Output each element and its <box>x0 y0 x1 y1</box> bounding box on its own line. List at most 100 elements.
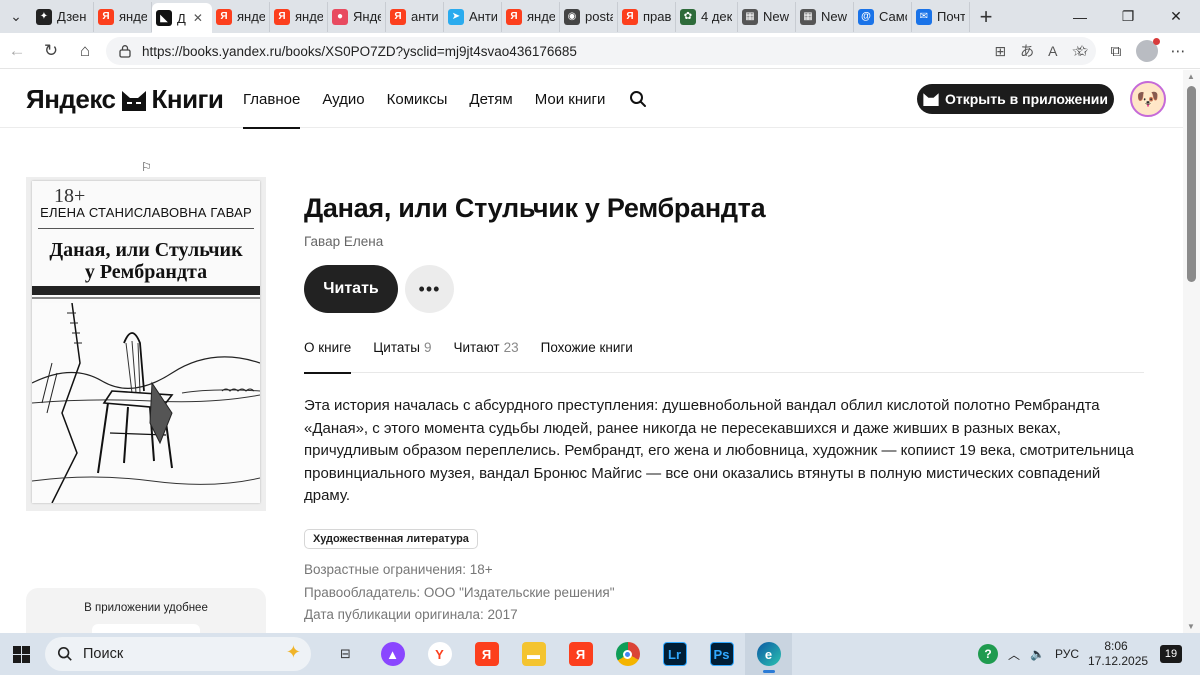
tab-favicon-icon: Я <box>216 8 232 25</box>
address-bar[interactable]: https://books.yandex.ru/books/XS0PO7ZD?y… <box>106 37 1096 65</box>
lock-icon <box>119 45 131 58</box>
notification-badge[interactable]: 19 <box>1160 645 1182 663</box>
nav-item-comics[interactable]: Комиксы <box>387 70 448 128</box>
file-explorer-icon[interactable]: ▬ <box>510 633 557 675</box>
lightroom-icon[interactable]: Lr <box>651 633 698 675</box>
back-button[interactable]: ← <box>0 36 34 66</box>
chrome-icon[interactable] <box>604 633 651 675</box>
browser-tab[interactable]: Яянде <box>212 1 270 32</box>
page-scrollbar[interactable]: ▲ ▼ <box>1183 70 1200 633</box>
tab-favicon-icon: ✉ <box>916 8 932 25</box>
tab-label: анти <box>411 9 439 24</box>
tray-chevron-icon[interactable]: ︿ <box>1008 646 1020 663</box>
nav-item-audio[interactable]: Аудио <box>322 70 364 128</box>
logo-mark-icon <box>121 90 146 111</box>
more-options-button[interactable]: ••• <box>405 265 454 313</box>
close-window-icon[interactable]: ✕ <box>1152 0 1200 33</box>
report-flag-icon[interactable]: ⚐ <box>141 160 152 174</box>
book-author-link[interactable]: Гавар Елена <box>304 234 383 249</box>
nav-item-kids[interactable]: Детям <box>469 70 512 128</box>
clock-date: 17.12.2025 <box>1088 654 1149 668</box>
browser-tab[interactable]: ▦ New <box>796 1 854 32</box>
tab-favicon-icon: ▦ <box>800 8 816 25</box>
tab-favicon-icon: ✿ <box>680 8 696 25</box>
collections-icon[interactable]: ⧉ <box>1102 37 1130 65</box>
minimize-icon[interactable]: — <box>1056 0 1104 33</box>
new-tab-button[interactable]: + <box>970 2 1002 32</box>
tab-about[interactable]: О книге <box>304 340 352 374</box>
search-icon[interactable] <box>629 90 647 108</box>
tab-readers-label: Читают <box>453 340 500 355</box>
app-logo-icon <box>923 93 939 106</box>
tab-similar-label: Похожие книги <box>540 340 633 355</box>
tab-close-icon[interactable]: ✕ <box>193 11 203 25</box>
tab-similar[interactable]: Похожие книги <box>541 340 633 373</box>
tab-label: New <box>821 9 848 24</box>
home-button[interactable]: ⌂ <box>68 36 102 66</box>
user-avatar[interactable]: 🐶 <box>1130 81 1166 117</box>
browser-tab[interactable]: ◉ posta <box>560 1 618 32</box>
nav-item-home[interactable]: Главное <box>243 70 301 129</box>
settings-more-icon[interactable]: ⋯ <box>1164 37 1192 65</box>
restore-icon[interactable]: ❐ <box>1104 0 1152 33</box>
app-available-icon[interactable]: ⊞ <box>994 43 1006 60</box>
tab-quotes-label: Цитаты <box>373 340 420 355</box>
profile-avatar[interactable] <box>1136 38 1160 62</box>
copilot-sparkle-icon: ✦ <box>285 642 301 662</box>
alice-icon[interactable]: ▲ <box>369 633 416 675</box>
yandex-app-icon[interactable]: Я <box>463 633 510 675</box>
browser-tab[interactable]: ● Янде <box>328 1 386 32</box>
taskbar-clock[interactable]: 8:06 17.12.2025 <box>1088 639 1149 669</box>
cover-band-thin <box>32 297 260 299</box>
yandex-books-logo[interactable]: Яндекс Книги <box>26 84 224 115</box>
browser-tab[interactable]: Яправ <box>618 1 676 32</box>
favorites-icon[interactable]: ✩ <box>1068 37 1096 65</box>
tab-actions-menu-icon[interactable]: ⌄ <box>0 0 32 33</box>
edge-icon[interactable]: e <box>745 633 792 675</box>
tab-quotes-count: 9 <box>423 340 432 355</box>
tab-favicon-icon: ▦ <box>742 8 758 25</box>
open-in-app-button[interactable]: Открыть в приложении <box>917 84 1114 114</box>
browser-tab[interactable]: Яянде <box>94 1 152 32</box>
browser-tab[interactable]: Яянде <box>502 1 560 32</box>
browser-tab[interactable]: Яанти <box>386 1 444 32</box>
tab-favicon-icon: ◉ <box>564 8 580 25</box>
read-button[interactable]: Читать <box>304 265 398 313</box>
language-indicator[interactable]: РУС <box>1055 647 1079 661</box>
browser-tab[interactable]: ✿ 4 дек <box>676 1 738 32</box>
tab-favicon-icon: ◣ <box>156 10 172 26</box>
browser-tab[interactable]: ✉ Почт <box>912 1 970 32</box>
yandex-app-2-icon[interactable]: Я <box>557 633 604 675</box>
help-tray-icon[interactable]: ? <box>978 644 998 664</box>
translate-icon[interactable]: あ <box>1020 41 1034 61</box>
book-cover[interactable]: 18+ ЕЛЕНА СТАНИСЛАВОВНА ГАВАР Даная, или… <box>32 181 260 503</box>
speaker-icon[interactable]: 🔈 <box>1030 647 1045 661</box>
reload-button[interactable]: ↻ <box>34 36 68 66</box>
tab-label: янде <box>237 9 265 24</box>
logo-text-yandex: Яндекс <box>26 84 116 114</box>
tab-quotes[interactable]: Цитаты 9 <box>373 340 431 373</box>
tab-label: Анти <box>469 9 497 24</box>
browser-tab[interactable]: Яянде <box>270 1 328 32</box>
scroll-down-arrow-icon[interactable]: ▼ <box>1187 622 1195 631</box>
tab-label: posta <box>585 9 613 24</box>
tab-readers[interactable]: Читают 23 <box>453 340 518 373</box>
genre-tag[interactable]: Художественная литература <box>304 529 478 549</box>
browser-tab[interactable]: ➤ Анти <box>444 1 502 32</box>
taskbar-search[interactable]: Поиск ✦ <box>45 637 311 671</box>
browser-tab[interactable]: ▦ New <box>738 1 796 32</box>
yandex-browser-icon[interactable]: Y <box>416 633 463 675</box>
browser-tab[interactable]: ✦ Дзен <box>32 1 94 32</box>
meta-original-date: Дата публикации оригинала: 2017 <box>304 607 518 622</box>
windows-start-icon[interactable] <box>13 646 30 663</box>
read-aloud-icon[interactable]: A <box>1048 43 1057 59</box>
browser-tab[interactable]: @ Само <box>854 1 912 32</box>
scroll-thumb[interactable] <box>1187 86 1196 282</box>
task-view-icon[interactable]: ⊟ <box>322 633 369 675</box>
system-tray: ? ︿ 🔈 РУС <box>978 633 1079 675</box>
app-promo-card[interactable]: В приложении удобнее <box>26 588 266 633</box>
scroll-up-arrow-icon[interactable]: ▲ <box>1187 72 1195 81</box>
nav-item-my-books[interactable]: Мои книги <box>535 70 606 128</box>
photoshop-icon[interactable]: Ps <box>698 633 745 675</box>
browser-tab[interactable]: ◣ Д ✕ <box>152 3 212 33</box>
